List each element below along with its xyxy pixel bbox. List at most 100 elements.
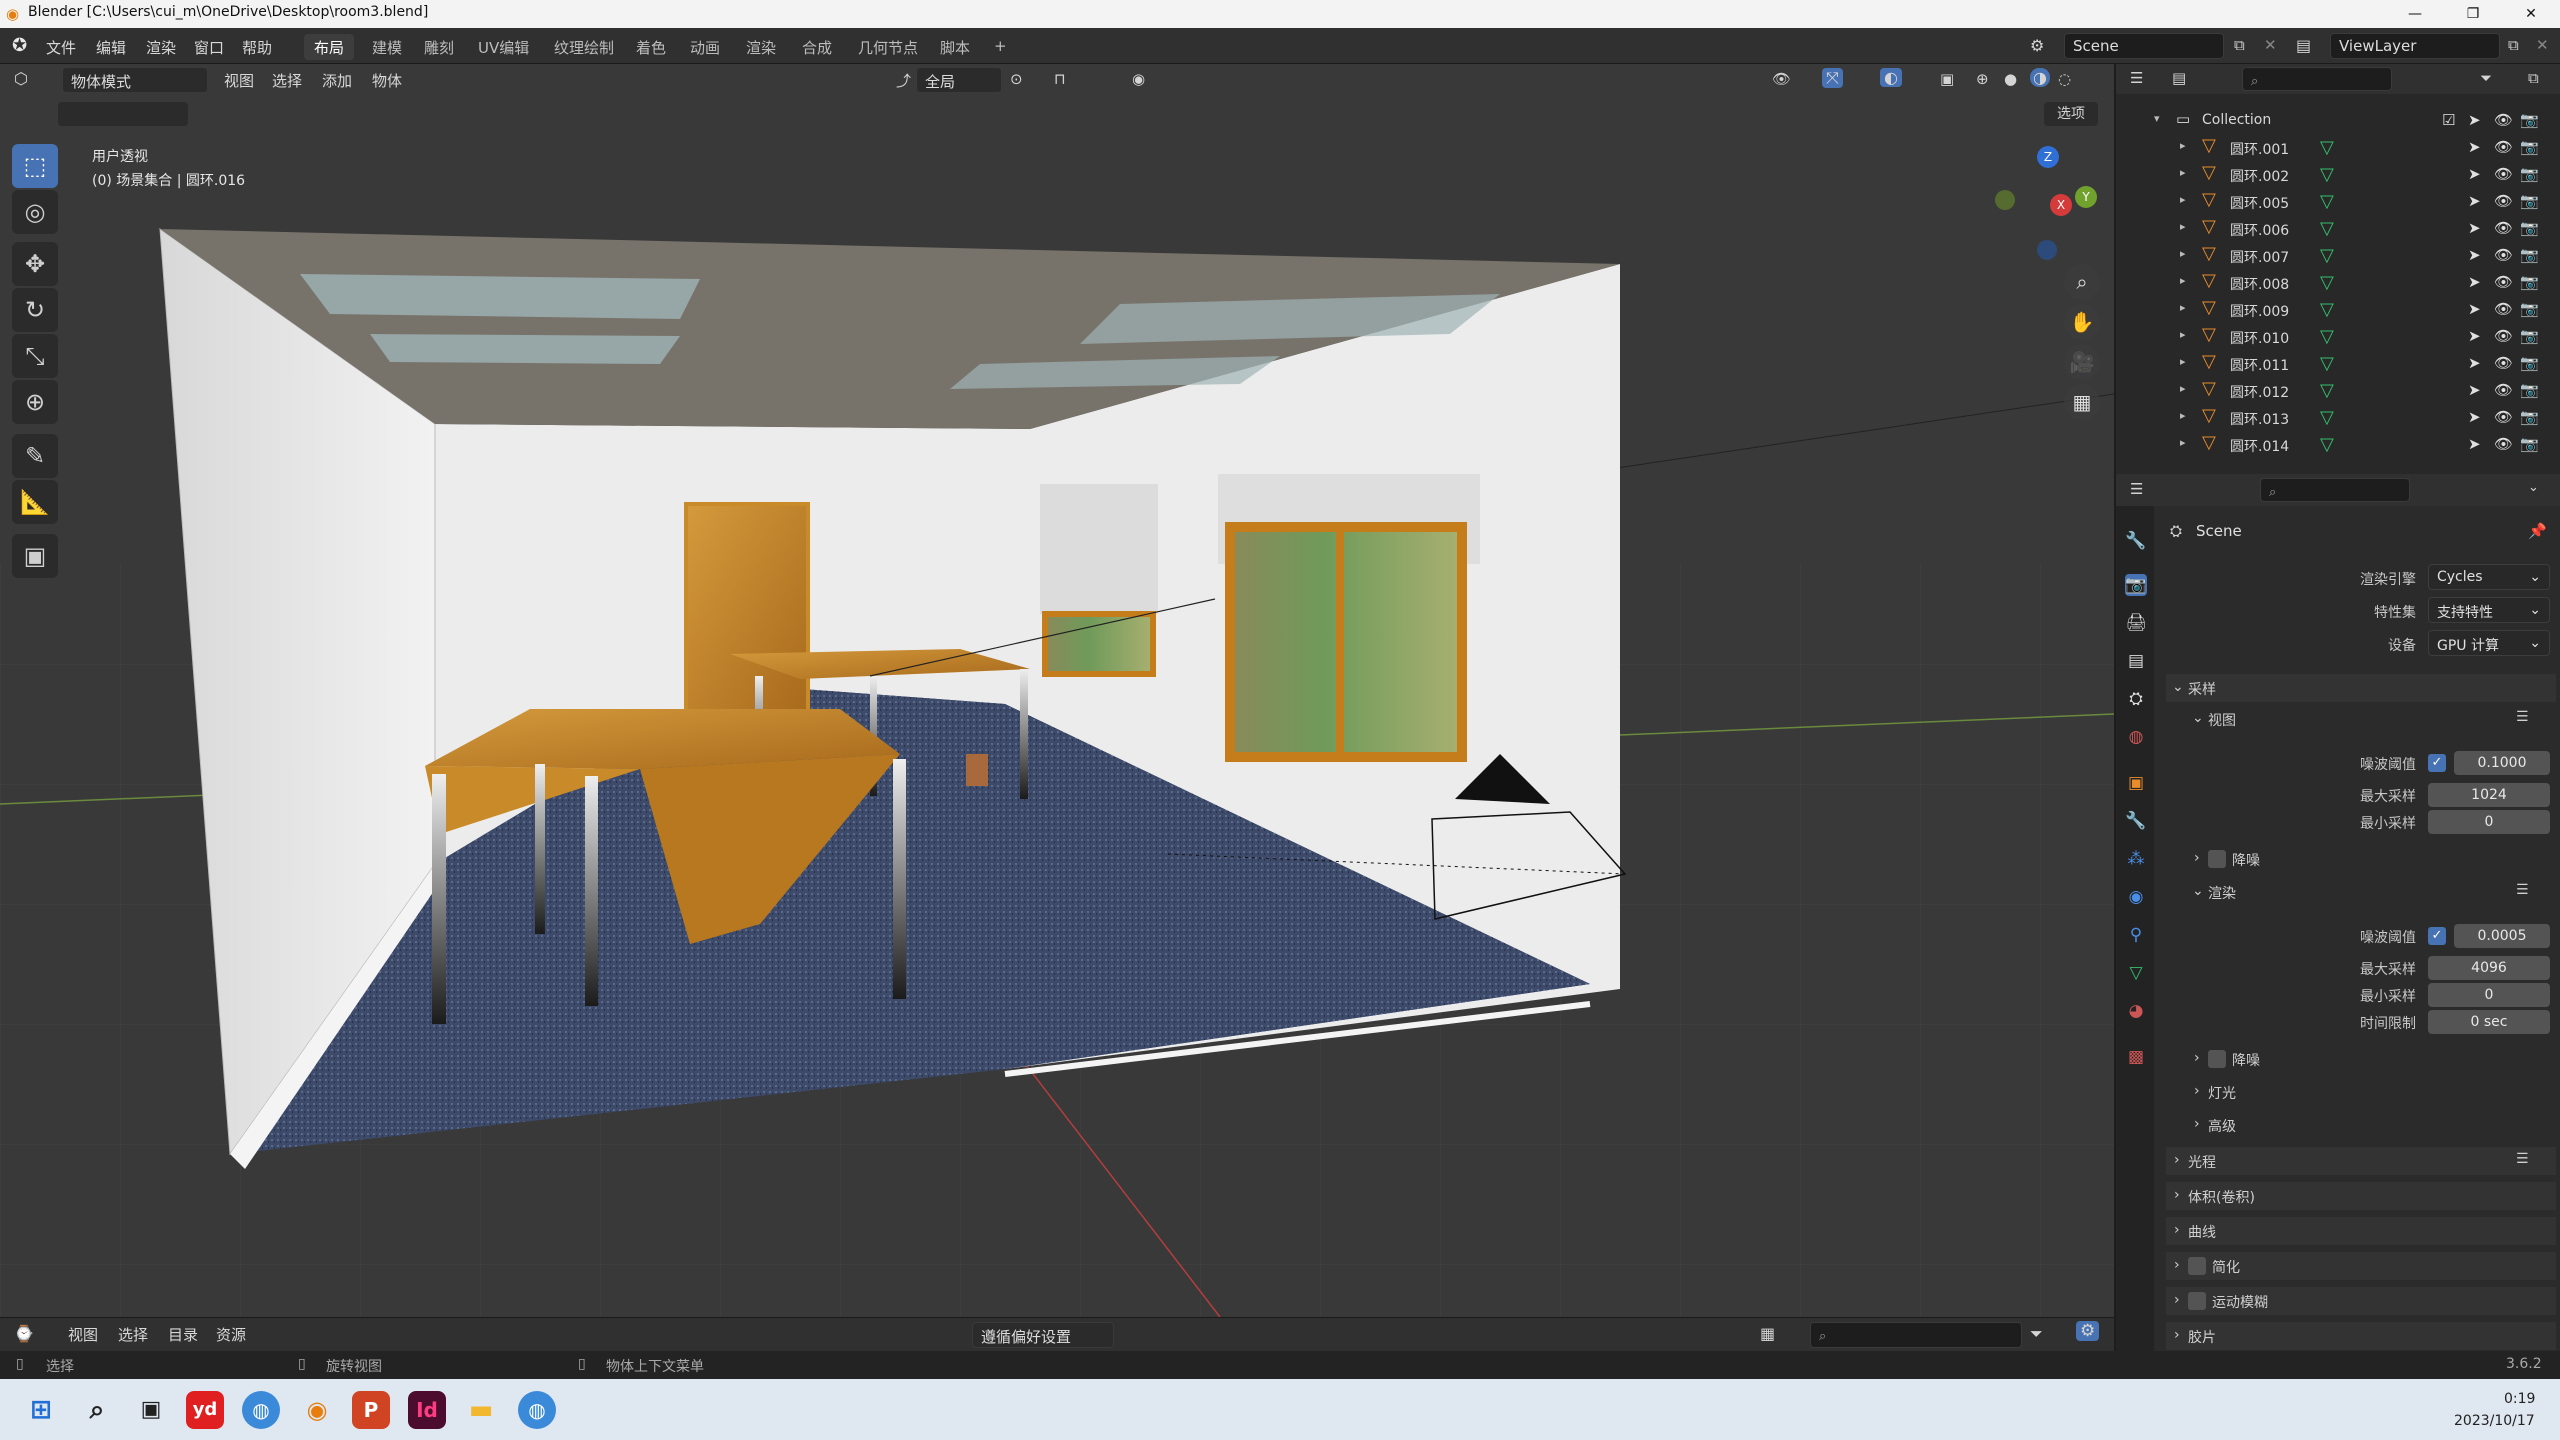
gizmo-neg-z[interactable] bbox=[2037, 240, 2057, 260]
options-button[interactable]: 选项 bbox=[2044, 102, 2098, 126]
tab-layout[interactable]: 布局 bbox=[304, 34, 355, 60]
editor-type-icon[interactable]: ⬡ bbox=[14, 69, 28, 88]
mesh-data-icon[interactable]: ▽ bbox=[2320, 299, 2334, 320]
advanced-subpanel[interactable]: › 高级 bbox=[2186, 1112, 2556, 1138]
collection-render-icon[interactable]: 📷 bbox=[2520, 111, 2539, 129]
render-subpanel-header[interactable]: ⌄ 渲染 ☰ bbox=[2186, 879, 2556, 905]
collection-checkbox-icon[interactable]: ☑ bbox=[2442, 111, 2455, 129]
modifier-tab-icon[interactable]: 🔧 bbox=[2125, 810, 2147, 832]
select-toggle-icon[interactable]: ➤ bbox=[2468, 219, 2481, 237]
render-camera-icon[interactable]: 📷 bbox=[2520, 300, 2539, 318]
pan-hand-icon[interactable]: ✋ bbox=[2064, 304, 2100, 340]
timeline-menu-assets[interactable]: 资源 bbox=[216, 1324, 246, 1345]
select-toggle-icon[interactable]: ➤ bbox=[2468, 381, 2481, 399]
display-mode-icon[interactable]: ▤ bbox=[2172, 69, 2186, 87]
task-view-icon[interactable]: ▣ bbox=[132, 1391, 170, 1429]
chrome-app-icon[interactable]: ◍ bbox=[242, 1391, 280, 1429]
mesh-data-icon[interactable]: ▽ bbox=[2320, 434, 2334, 455]
menu-file[interactable]: 文件 bbox=[46, 37, 76, 58]
object-tab-icon[interactable]: ▣ bbox=[2125, 772, 2147, 794]
collection-eye-icon[interactable]: 👁 bbox=[2494, 111, 2513, 129]
mesh-data-icon[interactable]: ▽ bbox=[2320, 137, 2334, 158]
motion-blur-panel[interactable]: › 运动模糊 bbox=[2166, 1287, 2556, 1315]
simplify-checkbox[interactable] bbox=[2188, 1257, 2206, 1275]
eye-icon[interactable]: 👁 bbox=[2494, 300, 2513, 318]
settings-gear-icon[interactable]: ⚙ bbox=[2076, 1321, 2100, 1341]
list-icon[interactable]: ☰ bbox=[2516, 882, 2529, 898]
tab-sculpting[interactable]: 雕刻 bbox=[414, 34, 464, 60]
outliner-object-row[interactable]: ▸ ▽ 圆环.009 ▽ ➤ 👁 📷 bbox=[2116, 297, 2560, 324]
menu-window[interactable]: 窗口 bbox=[194, 37, 224, 58]
tab-animation[interactable]: 动画 bbox=[680, 34, 730, 60]
device-select[interactable]: GPU 计算 ⌄ bbox=[2428, 630, 2550, 656]
mesh-data-icon[interactable]: ▽ bbox=[2320, 272, 2334, 293]
select-toggle-icon[interactable]: ➤ bbox=[2468, 273, 2481, 291]
vp-denoise-subpanel[interactable]: › 降噪 bbox=[2186, 846, 2556, 872]
vp-denoise-checkbox[interactable] bbox=[2208, 850, 2226, 868]
render-camera-icon[interactable]: 📷 bbox=[2520, 381, 2539, 399]
outliner-object-row[interactable]: ▸ ▽ 圆环.005 ▽ ➤ 👁 📷 bbox=[2116, 189, 2560, 216]
chevron-right-icon[interactable]: ▸ bbox=[2180, 220, 2186, 233]
r-max-samples-field[interactable]: 4096 bbox=[2428, 956, 2550, 980]
mesh-data-icon[interactable]: ▽ bbox=[2320, 164, 2334, 185]
close-button[interactable]: ✕ bbox=[2502, 0, 2560, 28]
rotate-tool[interactable]: ↻ bbox=[12, 288, 58, 332]
menu-render[interactable]: 渲染 bbox=[146, 37, 176, 58]
time-limit-field[interactable]: 0 sec bbox=[2428, 1010, 2550, 1034]
select-toggle-icon[interactable]: ➤ bbox=[2468, 165, 2481, 183]
cursor-tool[interactable]: ◎ bbox=[12, 190, 58, 234]
timeline-menu-catalog[interactable]: 目录 bbox=[168, 1324, 198, 1345]
constraints-tab-icon[interactable]: ⚲ bbox=[2125, 924, 2147, 946]
gizmo-z-axis[interactable]: Z bbox=[2037, 146, 2059, 168]
preferences-selector[interactable]: 遵循偏好设置 bbox=[972, 1322, 1114, 1348]
mesh-data-icon[interactable]: ▽ bbox=[2320, 191, 2334, 212]
blender-menu-icon[interactable]: ✪ bbox=[12, 35, 27, 56]
outliner-object-row[interactable]: ▸ ▽ 圆环.002 ▽ ➤ 👁 📷 bbox=[2116, 162, 2560, 189]
xray-icon[interactable]: ▣ bbox=[1940, 70, 1954, 88]
mode-selector[interactable]: 物体模式 bbox=[62, 67, 208, 93]
outliner-search-input[interactable]: ⌕ bbox=[2242, 67, 2392, 91]
world-tab-icon[interactable]: ◍ bbox=[2125, 726, 2147, 748]
timeline-editor-icon[interactable]: ⌚ bbox=[14, 1324, 34, 1343]
vp-noise-threshold-field[interactable]: 0.1000 bbox=[2454, 751, 2550, 775]
file-explorer-app-icon[interactable]: ▬ bbox=[462, 1391, 500, 1429]
scene-selector[interactable]: Scene bbox=[2064, 33, 2224, 59]
properties-editor-icon[interactable]: ☰ bbox=[2130, 480, 2143, 498]
wireframe-shading-icon[interactable]: ⊕ bbox=[1976, 70, 1989, 88]
filter-icon[interactable]: ⏷ bbox=[2030, 1324, 2043, 1344]
viewport-menu-view[interactable]: 视图 bbox=[224, 70, 254, 91]
annotate-tool[interactable]: ✎ bbox=[12, 434, 58, 478]
tab-shading[interactable]: 着色 bbox=[626, 34, 676, 60]
eye-icon[interactable]: 👁 bbox=[2494, 165, 2513, 183]
curves-panel[interactable]: › 曲线 bbox=[2166, 1217, 2556, 1245]
select-toggle-icon[interactable]: ➤ bbox=[2468, 192, 2481, 210]
chevron-right-icon[interactable]: ▸ bbox=[2180, 193, 2186, 206]
select-toggle-icon[interactable]: ➤ bbox=[2468, 300, 2481, 318]
vp-min-samples-field[interactable]: 0 bbox=[2428, 810, 2550, 834]
eye-icon[interactable]: 👁 bbox=[2494, 273, 2513, 291]
new-collection-icon[interactable]: ⧉ bbox=[2528, 69, 2539, 87]
list-icon[interactable]: ☰ bbox=[2516, 1151, 2529, 1167]
outliner-object-row[interactable]: ▸ ▽ 圆环.012 ▽ ➤ 👁 📷 bbox=[2116, 378, 2560, 405]
properties-options-icon[interactable]: ⌄ bbox=[2528, 480, 2539, 495]
select-toggle-icon[interactable]: ➤ bbox=[2468, 435, 2481, 453]
render-camera-icon[interactable]: 📷 bbox=[2520, 408, 2539, 426]
viewport-menu-select[interactable]: 选择 bbox=[272, 70, 302, 91]
view-layer-selector[interactable]: ViewLayer bbox=[2330, 33, 2500, 59]
volumes-panel[interactable]: › 体积(卷积) bbox=[2166, 1182, 2556, 1210]
r-noise-threshold-field[interactable]: 0.0005 bbox=[2454, 924, 2550, 948]
outliner-object-row[interactable]: ▸ ▽ 圆环.001 ▽ ➤ 👁 📷 bbox=[2116, 135, 2560, 162]
data-tab-icon[interactable]: ▽ bbox=[2125, 962, 2147, 984]
visibility-icon[interactable]: 👁 bbox=[1772, 70, 1791, 88]
tool-tab-icon[interactable]: 🔧 bbox=[2125, 530, 2147, 552]
chevron-right-icon[interactable]: ▸ bbox=[2180, 328, 2186, 341]
tab-rendering[interactable]: 渲染 bbox=[736, 34, 786, 60]
add-workspace-button[interactable]: + bbox=[984, 34, 1017, 60]
gizmo-toggle-icon[interactable]: ⤧ bbox=[1822, 68, 1843, 88]
scene-tab-icon[interactable]: ⛭ bbox=[2125, 688, 2147, 710]
render-camera-icon[interactable]: 📷 bbox=[2520, 354, 2539, 372]
filter-icon[interactable]: ⏷ bbox=[2480, 69, 2492, 87]
tab-modeling[interactable]: 建模 bbox=[362, 34, 412, 60]
move-tool[interactable]: ✥ bbox=[12, 242, 58, 286]
physics-tab-icon[interactable]: ◉ bbox=[2125, 886, 2147, 908]
